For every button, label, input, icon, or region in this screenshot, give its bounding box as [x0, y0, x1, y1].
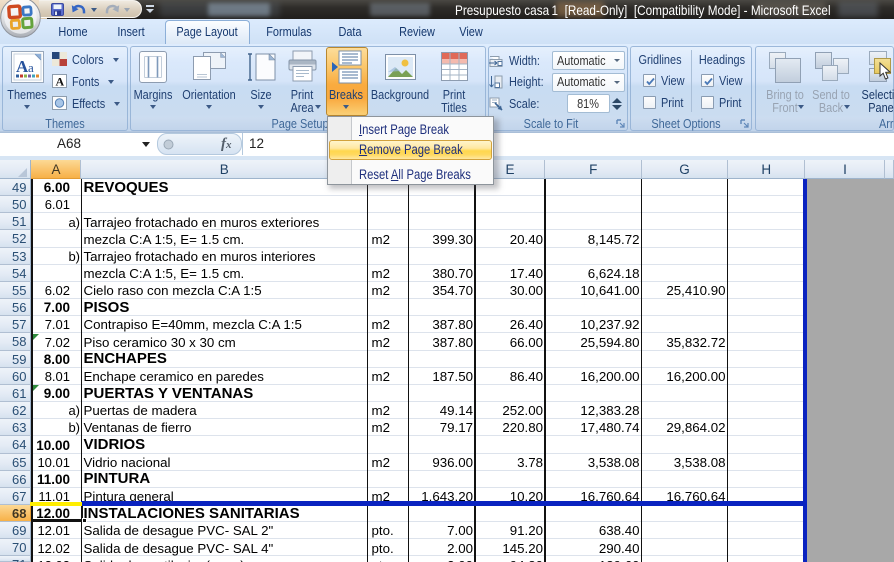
- svg-text:a: a: [28, 60, 34, 75]
- svg-text:A: A: [56, 75, 65, 89]
